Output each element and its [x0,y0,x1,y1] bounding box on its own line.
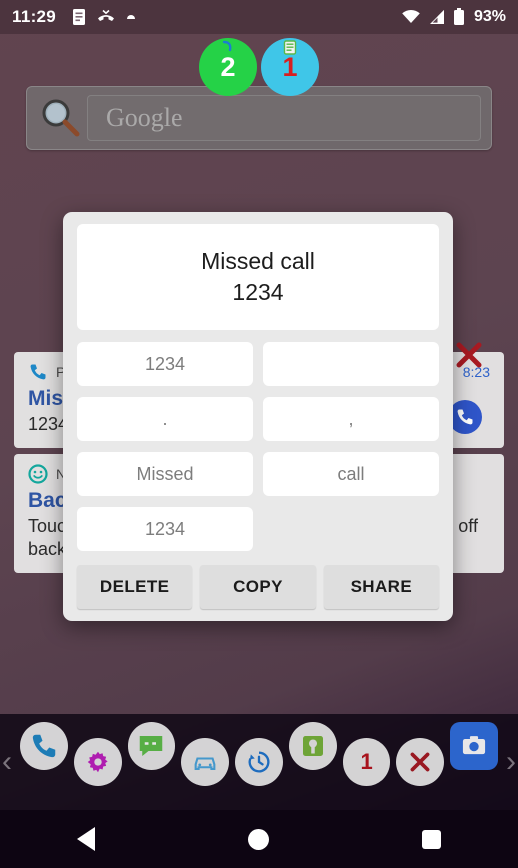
token-button[interactable]: , [263,397,439,442]
battery-icon [453,8,465,26]
count-badge-icon: 1 [360,749,373,774]
dialog-actions: DELETE COPY SHARE [77,565,439,610]
share-button[interactable]: SHARE [323,565,439,610]
floating-badges: 2 1 [0,38,518,96]
messages-icon [140,736,163,756]
token-button[interactable]: . [77,397,253,442]
token-button[interactable]: 1234 [77,507,253,552]
delete-button[interactable]: DELETE [77,565,193,610]
smiley-icon [28,464,48,484]
dock-item-settings[interactable] [73,738,122,786]
close-x-icon[interactable] [452,338,486,377]
missed-call-icon [97,9,115,25]
magnifier-icon[interactable] [37,95,83,141]
text-selection-dialog: Missed call 1234 1234 . , Missed call 12… [63,212,453,622]
home-circle-icon[interactable] [247,828,269,850]
dock-next-chevron[interactable]: › [506,745,516,779]
dot-icon [126,12,136,22]
badge-cyan-count: 1 [282,51,298,82]
badge-green-count: 2 [220,51,236,82]
close-x-icon [410,752,430,772]
android-box-icon [302,736,323,756]
token-button[interactable] [263,342,439,387]
dock-item-count[interactable]: 1 [342,738,391,786]
phone-screen: 11:29 93% 2 1 Google 8:23 1234 N Touch o… [0,0,518,868]
app-dock: ‹ 1 › [0,714,518,810]
status-clock: 11:29 [12,7,57,26]
dock-item-android-box[interactable] [288,722,337,770]
dialog-title-line2: 1234 [232,279,284,306]
search-placeholder: Google [106,103,183,132]
token-button[interactable]: 1234 [77,342,253,387]
dock-item-camera[interactable] [450,722,499,770]
dialog-title-line1: Missed call [201,248,315,274]
search-input[interactable]: Google [87,95,481,141]
badge-green[interactable]: 2 [199,38,257,96]
call-history-icon [248,751,270,773]
status-left-icons [72,8,136,26]
dock-prev-chevron[interactable]: ‹ [2,745,12,779]
status-bar: 11:29 93% [0,0,518,34]
status-right-icons: 93% [401,8,506,26]
wifi-icon [401,9,421,25]
dock-item-call-history[interactable] [235,738,283,786]
dock-item-phone[interactable] [19,722,68,770]
back-triangle-icon[interactable] [76,827,95,851]
phone-icon [32,734,56,758]
callback-icon[interactable] [448,400,482,434]
navigation-bar [0,810,518,868]
badge-cyan[interactable]: 1 [261,38,319,96]
token-grid: 1234 . , Missed call 1234 [77,342,439,552]
battery-percent: 93% [473,8,506,25]
camera-icon [463,736,486,755]
dock-item-messages[interactable] [127,722,176,770]
token-button[interactable]: call [263,452,439,497]
recents-square-icon[interactable] [422,829,442,849]
phone-icon [28,362,48,382]
document-icon [72,8,86,26]
dock-item-close[interactable] [396,738,445,786]
dialog-header: Missed call 1234 [77,224,439,331]
dock-item-car[interactable] [181,738,230,786]
token-button[interactable]: Missed [77,452,253,497]
settings-gear-icon [87,751,108,773]
copy-button[interactable]: COPY [200,565,316,610]
cell-signal-icon [428,9,446,25]
car-icon [194,757,216,771]
